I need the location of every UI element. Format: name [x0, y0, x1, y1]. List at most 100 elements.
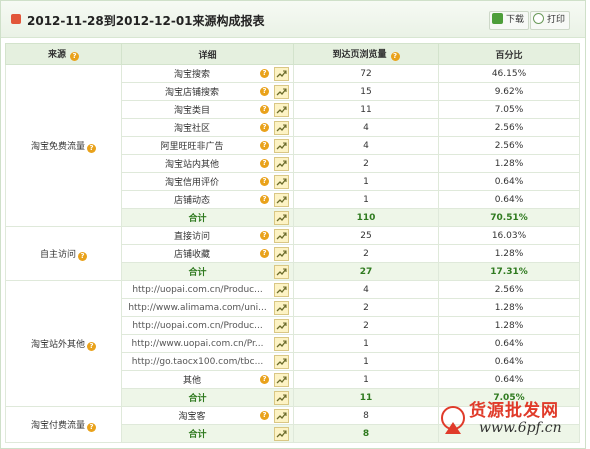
report-icon	[11, 14, 21, 24]
help-icon[interactable]: ?	[260, 159, 269, 168]
detail-label: 淘宝社区	[173, 124, 210, 134]
percent-cell: 1.28%	[438, 244, 580, 263]
print-label: 打印	[547, 15, 566, 25]
help-icon[interactable]: ?	[78, 251, 87, 261]
trend-chart-icon[interactable]	[274, 336, 289, 351]
trend-chart-icon[interactable]	[274, 84, 289, 99]
trend-chart-icon[interactable]	[274, 318, 289, 333]
source-cell: 淘宝免费流量?	[5, 64, 122, 227]
trend-chart-icon[interactable]	[274, 264, 289, 279]
percent-cell: 46.15%	[438, 64, 580, 83]
report-panel: 2012-11-28到2012-12-01来源构成报表 下载 打印 来源? 详细…	[0, 0, 586, 449]
views-cell: 72	[293, 64, 439, 83]
download-button[interactable]: 下载	[489, 11, 530, 30]
detail-cell: 合计	[121, 424, 294, 443]
trend-chart-icon[interactable]	[274, 282, 289, 297]
detail-label: 淘宝店铺搜索	[164, 88, 219, 98]
views-cell: 2	[293, 154, 439, 173]
help-icon[interactable]: ?	[260, 105, 269, 114]
col-header-views-label: 到达页浏览量	[332, 50, 387, 60]
detail-label: 淘宝类目	[173, 106, 210, 116]
views-cell: 1	[293, 352, 439, 371]
detail-link[interactable]: http://www.uopai.com.cn/Pr...	[123, 339, 270, 349]
views-cell: 2	[293, 316, 439, 335]
percent-cell: 0.64%	[438, 172, 580, 191]
print-button[interactable]: 打印	[530, 11, 571, 30]
detail-cell: http://uopai.com.cn/Produc...	[121, 316, 294, 335]
percent-cell: 0.64%	[438, 190, 580, 209]
help-icon[interactable]: ?	[260, 123, 269, 132]
detail-label: 淘宝信用评价	[164, 178, 219, 188]
views-cell: 8	[293, 424, 439, 443]
views-cell: 110	[293, 208, 439, 227]
help-icon[interactable]: ?	[70, 52, 79, 61]
trend-chart-icon[interactable]	[274, 210, 289, 225]
trend-chart-icon[interactable]	[274, 390, 289, 405]
detail-link[interactable]: http://www.alimama.com/uni...	[123, 303, 270, 313]
print-icon	[533, 13, 544, 24]
views-cell: 1	[293, 172, 439, 191]
help-icon[interactable]: ?	[260, 231, 269, 240]
watermark-text: 货源批发网	[469, 401, 559, 421]
detail-label: 店铺收藏	[173, 250, 210, 260]
percent-cell: 2.56%	[438, 118, 580, 137]
help-icon[interactable]: ?	[260, 195, 269, 204]
trend-chart-icon[interactable]	[274, 102, 289, 117]
help-icon[interactable]: ?	[260, 87, 269, 96]
help-icon[interactable]: ?	[260, 177, 269, 186]
help-icon[interactable]: ?	[87, 341, 96, 351]
trend-chart-icon[interactable]	[274, 372, 289, 387]
source-label: 淘宝免费流量	[30, 141, 85, 152]
help-icon[interactable]: ?	[260, 141, 269, 150]
help-icon[interactable]: ?	[87, 143, 96, 153]
col-header-detail-label: 详细	[198, 50, 217, 61]
detail-label: 淘宝搜索	[173, 70, 210, 80]
download-icon	[492, 13, 503, 24]
views-cell: 4	[293, 136, 439, 155]
detail-cell: 合计	[121, 208, 294, 227]
detail-link[interactable]: http://uopai.com.cn/Produc...	[123, 321, 270, 331]
trend-chart-icon[interactable]	[274, 408, 289, 423]
percent-cell: 16.03%	[438, 226, 580, 245]
col-header-detail: 详细	[121, 43, 294, 65]
download-label: 下载	[506, 15, 525, 25]
trend-chart-icon[interactable]	[274, 120, 289, 135]
help-icon[interactable]: ?	[260, 375, 269, 384]
views-cell: 2	[293, 244, 439, 263]
trend-chart-icon[interactable]	[274, 228, 289, 243]
trend-chart-icon[interactable]	[274, 192, 289, 207]
help-icon[interactable]: ?	[390, 52, 400, 61]
help-icon[interactable]: ?	[260, 249, 269, 258]
detail-cell: 直接访问?	[121, 226, 294, 245]
detail-cell: 店铺收藏?	[121, 244, 294, 263]
col-header-views: 到达页浏览量?	[293, 43, 439, 65]
detail-cell: 合计	[121, 388, 294, 407]
trend-chart-icon[interactable]	[274, 66, 289, 81]
report-header: 2012-11-28到2012-12-01来源构成报表 下载 打印	[1, 1, 585, 38]
help-icon[interactable]: ?	[260, 69, 269, 78]
trend-chart-icon[interactable]	[274, 156, 289, 171]
source-cell: 淘宝站外其他?	[5, 280, 122, 407]
trend-chart-icon[interactable]	[274, 300, 289, 315]
trend-chart-icon[interactable]	[274, 246, 289, 261]
detail-link[interactable]: http://go.taocx100.com/tbc...	[123, 357, 270, 367]
detail-cell: 淘宝信用评价?	[121, 172, 294, 191]
views-cell: 4	[293, 118, 439, 137]
percent-cell: 1.28%	[438, 154, 580, 173]
detail-cell: 淘宝搜索?	[121, 64, 294, 83]
views-cell: 1	[293, 334, 439, 353]
detail-link[interactable]: http://uopai.com.cn/Produc...	[123, 285, 270, 295]
detail-cell: 淘宝类目?	[121, 100, 294, 119]
percent-cell: 70.51%	[438, 208, 580, 227]
source-label: 淘宝付费流量	[30, 420, 85, 431]
percent-cell: 1.28%	[438, 316, 580, 335]
views-cell: 25	[293, 226, 439, 245]
detail-cell: 店铺动态?	[121, 190, 294, 209]
trend-chart-icon[interactable]	[274, 138, 289, 153]
help-icon[interactable]: ?	[260, 411, 269, 420]
help-icon[interactable]: ?	[87, 422, 96, 432]
source-label: 淘宝站外其他	[30, 339, 85, 350]
trend-chart-icon[interactable]	[274, 354, 289, 369]
trend-chart-icon[interactable]	[274, 426, 289, 441]
trend-chart-icon[interactable]	[274, 174, 289, 189]
